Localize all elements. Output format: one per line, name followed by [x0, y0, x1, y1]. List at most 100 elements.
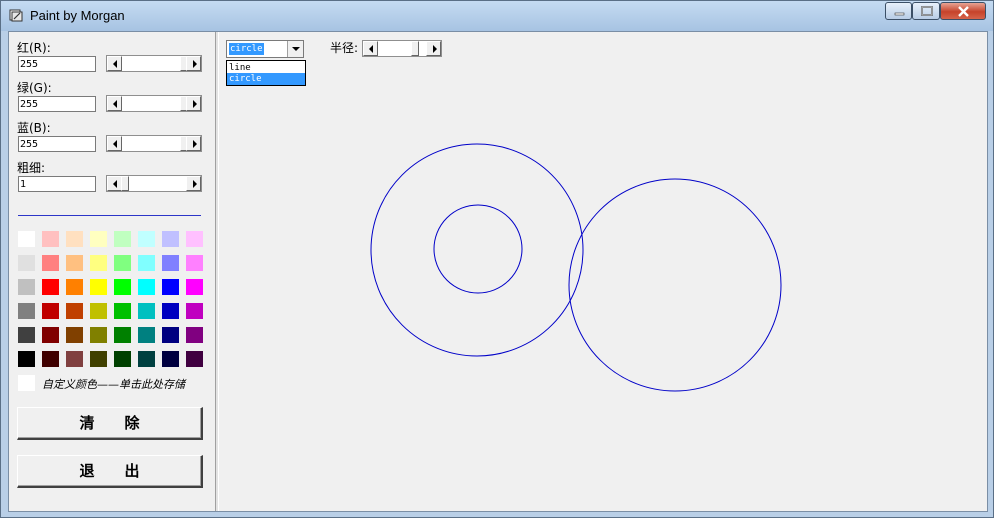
- palette-swatch[interactable]: [42, 255, 59, 271]
- title-bar[interactable]: Paint by Morgan: [1, 1, 993, 31]
- radius-scrollbar[interactable]: [362, 40, 442, 57]
- palette-swatch[interactable]: [138, 231, 155, 247]
- arrow-right-icon: [193, 180, 197, 188]
- shape-option-circle[interactable]: circle: [227, 73, 305, 85]
- blue-input[interactable]: 255: [18, 136, 96, 152]
- palette-swatch[interactable]: [138, 327, 155, 343]
- thickness-label: 粗细:: [17, 161, 46, 175]
- palette-swatch[interactable]: [162, 303, 179, 319]
- minimize-button[interactable]: [885, 2, 912, 20]
- drawing-surface[interactable]: [219, 32, 987, 511]
- palette-swatch[interactable]: [42, 279, 59, 295]
- palette-swatch[interactable]: [114, 351, 131, 367]
- red-scroll-right-button[interactable]: [186, 56, 201, 71]
- shape-combobox-button[interactable]: [287, 41, 303, 57]
- palette-swatch[interactable]: [162, 327, 179, 343]
- palette-swatch[interactable]: [90, 351, 107, 367]
- thickness-input[interactable]: 1: [18, 176, 96, 192]
- green-scrollbar[interactable]: [106, 95, 202, 112]
- chevron-down-icon: [292, 47, 300, 51]
- palette-swatch[interactable]: [90, 327, 107, 343]
- arrow-left-icon: [113, 60, 117, 68]
- palette-swatch[interactable]: [114, 279, 131, 295]
- red-input[interactable]: 255: [18, 56, 96, 72]
- arrow-left-icon: [113, 140, 117, 148]
- blue-scrollbar[interactable]: [106, 135, 202, 152]
- palette-swatch[interactable]: [162, 279, 179, 295]
- green-input[interactable]: 255: [18, 96, 96, 112]
- palette-swatch[interactable]: [66, 327, 83, 343]
- left-panel: 红(R): 255 绿(G): 255 蓝(B): 255 粗细: 1 自定义颜…: [9, 32, 215, 511]
- palette-swatch[interactable]: [186, 255, 203, 271]
- red-scroll-left-button[interactable]: [107, 56, 122, 71]
- close-button[interactable]: [940, 2, 986, 20]
- palette-swatch[interactable]: [42, 327, 59, 343]
- palette-swatch[interactable]: [90, 303, 107, 319]
- red-label: 红(R):: [17, 41, 51, 55]
- green-label: 绿(G):: [17, 81, 52, 95]
- blue-scroll-right-button[interactable]: [186, 136, 201, 151]
- radius-scroll-thumb[interactable]: [411, 41, 419, 56]
- palette-swatch[interactable]: [66, 255, 83, 271]
- window-title: Paint by Morgan: [30, 8, 125, 23]
- blue-scroll-left-button[interactable]: [107, 136, 122, 151]
- thickness-scroll-right-button[interactable]: [186, 176, 201, 191]
- palette-swatch[interactable]: [66, 279, 83, 295]
- palette-swatch[interactable]: [66, 303, 83, 319]
- custom-color-swatch[interactable]: [18, 375, 35, 391]
- palette-swatch[interactable]: [186, 351, 203, 367]
- palette-swatch[interactable]: [90, 255, 107, 271]
- palette-swatch[interactable]: [42, 351, 59, 367]
- minimize-icon: [894, 12, 905, 16]
- custom-color-label[interactable]: 自定义颜色——单击此处存储: [42, 376, 185, 392]
- arrow-right-icon: [193, 100, 197, 108]
- palette-swatch[interactable]: [138, 351, 155, 367]
- thickness-scrollbar[interactable]: [106, 175, 202, 192]
- palette-swatch[interactable]: [138, 255, 155, 271]
- thickness-scroll-left-button[interactable]: [107, 176, 122, 191]
- palette-swatch[interactable]: [186, 231, 203, 247]
- green-scroll-left-button[interactable]: [107, 96, 122, 111]
- palette-swatch[interactable]: [114, 303, 131, 319]
- palette-swatch[interactable]: [138, 279, 155, 295]
- palette-swatch[interactable]: [66, 231, 83, 247]
- palette-swatch[interactable]: [18, 303, 35, 319]
- palette-swatch[interactable]: [162, 231, 179, 247]
- palette-swatch[interactable]: [18, 255, 35, 271]
- radius-scroll-right-button[interactable]: [426, 41, 441, 56]
- clear-button[interactable]: 清 除: [17, 407, 203, 440]
- green-scroll-right-button[interactable]: [186, 96, 201, 111]
- palette-swatch[interactable]: [18, 327, 35, 343]
- app-icon: [9, 9, 23, 22]
- palette-swatch[interactable]: [138, 303, 155, 319]
- palette-swatch[interactable]: [114, 231, 131, 247]
- arrow-right-icon: [193, 60, 197, 68]
- palette-swatch[interactable]: [186, 327, 203, 343]
- palette-swatch[interactable]: [18, 279, 35, 295]
- palette-swatch[interactable]: [162, 351, 179, 367]
- radius-scroll-left-button[interactable]: [363, 41, 378, 56]
- blue-label: 蓝(B):: [17, 121, 51, 135]
- shape-combobox-value: circle: [229, 43, 264, 55]
- arrow-left-icon: [113, 100, 117, 108]
- palette-swatch[interactable]: [66, 351, 83, 367]
- thickness-scroll-thumb[interactable]: [121, 176, 129, 191]
- palette-swatch[interactable]: [114, 255, 131, 271]
- palette-swatch[interactable]: [18, 351, 35, 367]
- maximize-button[interactable]: [912, 2, 940, 20]
- palette-swatch[interactable]: [18, 231, 35, 247]
- red-scrollbar[interactable]: [106, 55, 202, 72]
- palette-swatch[interactable]: [42, 231, 59, 247]
- palette-swatch[interactable]: [114, 327, 131, 343]
- palette-swatch[interactable]: [186, 303, 203, 319]
- palette-swatch[interactable]: [90, 279, 107, 295]
- palette-swatch[interactable]: [42, 303, 59, 319]
- exit-button[interactable]: 退 出: [17, 455, 203, 488]
- palette-swatch[interactable]: [90, 231, 107, 247]
- app-window: Paint by Morgan 红(R): 255 绿(G): 255 蓝(B)…: [0, 0, 994, 518]
- palette-swatch[interactable]: [162, 255, 179, 271]
- close-icon: [958, 6, 969, 17]
- drawing-canvas[interactable]: circle line circle 半径:: [219, 32, 987, 511]
- palette-swatch[interactable]: [186, 279, 203, 295]
- shape-combobox[interactable]: circle: [226, 40, 304, 58]
